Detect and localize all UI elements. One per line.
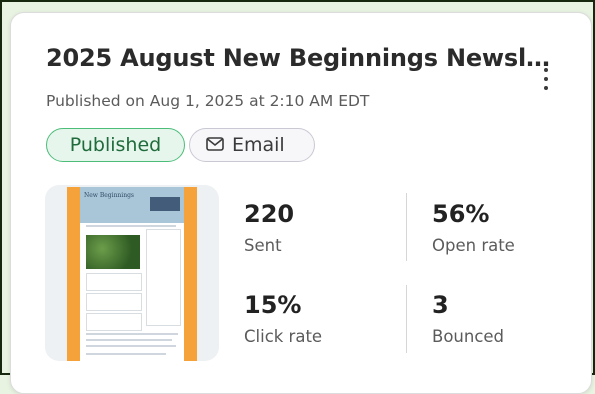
thumbnail-text-line <box>86 225 176 227</box>
thumbnail-photo <box>86 235 140 269</box>
thumbnail-box <box>86 293 142 311</box>
open-rate-label: Open rate <box>432 236 515 255</box>
thumbnail-box <box>86 273 142 291</box>
open-rate-value: 56% <box>432 200 490 228</box>
sent-value: 220 <box>244 200 295 228</box>
channel-badge-label: Email <box>232 134 285 156</box>
thumbnail-paper: New Beginnings <box>80 187 184 361</box>
thumbnail-logo <box>150 197 180 211</box>
thumbnail-text-line <box>86 333 178 335</box>
thumbnail-box <box>86 313 142 331</box>
screenshot-frame: 2025 August New Beginnings Newsl… Publis… <box>0 0 595 394</box>
stat-divider <box>406 193 407 261</box>
kebab-dot <box>544 77 548 81</box>
bounced-label: Bounced <box>432 327 505 346</box>
kebab-dot <box>544 86 548 90</box>
click-rate-value: 15% <box>244 291 302 319</box>
thumbnail-page: New Beginnings <box>67 187 197 361</box>
envelope-icon <box>206 134 224 156</box>
bounced-value: 3 <box>432 291 449 319</box>
thumbnail-text-line <box>86 345 176 347</box>
status-badge: Published <box>46 128 185 162</box>
kebab-dot <box>544 68 548 72</box>
thumbnail-text-line <box>86 353 166 355</box>
thumbnail-sidebar <box>146 229 181 326</box>
sent-label: Sent <box>244 236 282 255</box>
thumbnail-header: New Beginnings <box>80 187 184 223</box>
newsletter-title[interactable]: 2025 August New Beginnings Newsl… <box>46 44 550 72</box>
stat-divider <box>406 285 407 353</box>
click-rate-label: Click rate <box>244 327 323 346</box>
thumbnail-text-line <box>86 339 172 341</box>
newsletter-card[interactable]: 2025 August New Beginnings Newsl… Publis… <box>10 12 592 394</box>
more-options-icon[interactable] <box>536 61 556 97</box>
status-badge-label: Published <box>69 134 162 156</box>
channel-badge: Email <box>189 128 315 162</box>
published-date: Published on Aug 1, 2025 at 2:10 AM EDT <box>46 92 370 110</box>
thumbnail-heading: New Beginnings <box>84 192 134 199</box>
newsletter-thumbnail[interactable]: New Beginnings <box>45 185 219 361</box>
